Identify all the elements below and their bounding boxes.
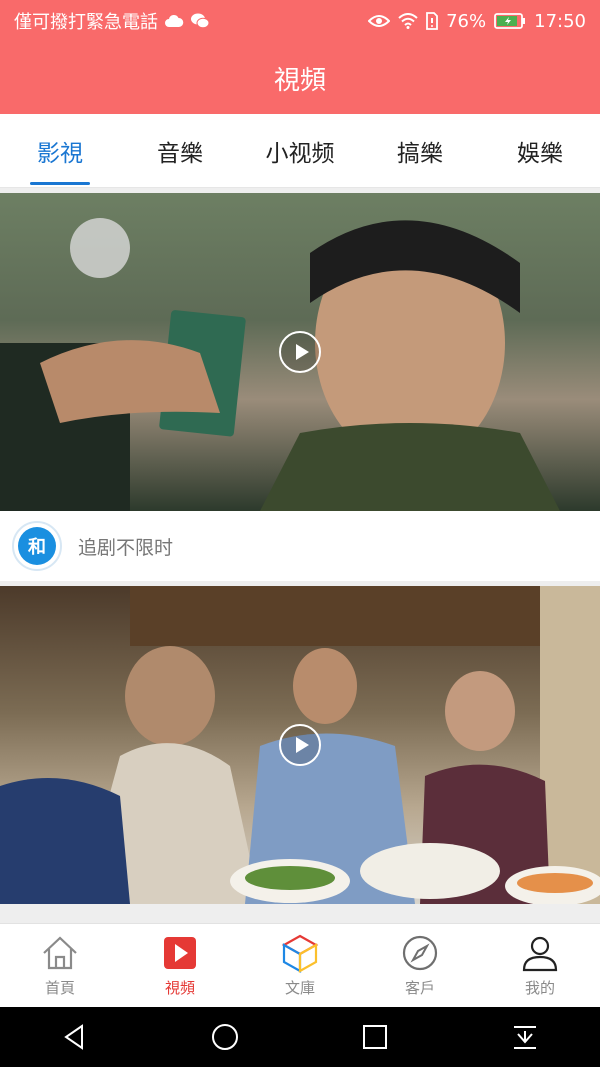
video-feed[interactable]: 和 追剧不限时 bbox=[0, 188, 600, 923]
play-button[interactable] bbox=[279, 331, 321, 373]
nav-label: 文庫 bbox=[284, 979, 315, 997]
source-logo-text: 和 bbox=[28, 537, 46, 558]
compass-icon bbox=[402, 935, 438, 971]
home-button[interactable] bbox=[195, 1007, 255, 1067]
tab-entertainment[interactable]: 娛樂 bbox=[480, 114, 600, 187]
nav-home[interactable]: 首頁 bbox=[0, 924, 120, 1007]
header-bar: 視頻 bbox=[0, 42, 600, 114]
page-title: 視頻 bbox=[273, 65, 326, 96]
tab-film[interactable]: 影視 bbox=[0, 114, 120, 187]
status-left: 僅可撥打緊急電話 bbox=[14, 8, 210, 34]
cube-icon bbox=[281, 934, 319, 973]
nav-label: 首頁 bbox=[44, 979, 75, 997]
source-logo: 和 bbox=[12, 521, 62, 571]
tab-funny[interactable]: 搞樂 bbox=[360, 114, 480, 187]
battery-percent: 76% bbox=[446, 10, 487, 32]
home-icon bbox=[43, 936, 77, 970]
clock-time: 17:50 bbox=[534, 10, 586, 32]
notification-pulldown-button[interactable] bbox=[495, 1007, 555, 1067]
bottom-nav: 首頁 視頻 文庫 客戶 我的 bbox=[0, 923, 600, 1007]
nav-customer[interactable]: 客戶 bbox=[360, 924, 480, 1007]
pulldown-icon bbox=[514, 1026, 536, 1049]
tab-short-video[interactable]: 小视频 bbox=[240, 114, 360, 187]
nav-label: 客戶 bbox=[404, 979, 435, 997]
nav-library[interactable]: 文庫 bbox=[240, 924, 360, 1007]
tab-label: 搞樂 bbox=[397, 140, 443, 167]
back-button[interactable] bbox=[45, 1007, 105, 1067]
nav-video[interactable]: 視頻 bbox=[120, 924, 240, 1007]
no-sim-icon bbox=[426, 12, 439, 30]
tab-music[interactable]: 音樂 bbox=[120, 114, 240, 187]
back-triangle-icon bbox=[64, 1024, 83, 1050]
eye-icon bbox=[368, 14, 391, 28]
user-icon bbox=[522, 936, 558, 972]
carrier-text: 僅可撥打緊急電話 bbox=[14, 12, 158, 33]
video-card[interactable] bbox=[0, 586, 600, 904]
tab-label: 小视频 bbox=[265, 140, 335, 167]
video-thumbnail[interactable] bbox=[0, 586, 600, 904]
recents-square-icon bbox=[363, 1025, 387, 1049]
wechat-icon bbox=[190, 13, 210, 29]
nav-label: 我的 bbox=[524, 979, 555, 997]
wifi-icon bbox=[398, 13, 418, 29]
system-nav-bar bbox=[0, 1007, 600, 1067]
tab-label: 娛樂 bbox=[517, 140, 563, 167]
tab-label: 影視 bbox=[37, 140, 83, 167]
home-circle-icon bbox=[212, 1024, 238, 1050]
cloud-icon bbox=[164, 14, 184, 28]
video-card[interactable]: 和 追剧不限时 bbox=[0, 193, 600, 581]
tab-label: 音樂 bbox=[157, 140, 203, 167]
status-right: 76% 17:50 bbox=[368, 11, 586, 32]
card-footer: 和 追剧不限时 bbox=[0, 511, 600, 581]
play-button[interactable] bbox=[279, 724, 321, 766]
recents-button[interactable] bbox=[345, 1007, 405, 1067]
status-bar: 僅可撥打緊急電話 76% 17:50 bbox=[0, 0, 600, 42]
video-play-icon bbox=[164, 937, 196, 969]
video-thumbnail[interactable] bbox=[0, 193, 600, 511]
battery-charging-icon bbox=[494, 13, 526, 29]
nav-mine[interactable]: 我的 bbox=[480, 924, 600, 1007]
card-title[interactable]: 追剧不限时 bbox=[78, 533, 173, 560]
category-tabs: 影視 音樂 小视频 搞樂 娛樂 bbox=[0, 114, 600, 188]
nav-label: 視頻 bbox=[164, 979, 195, 997]
